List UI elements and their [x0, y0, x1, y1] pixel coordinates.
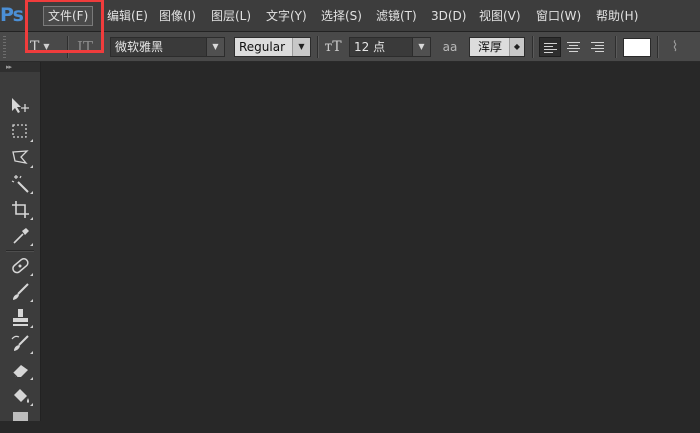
menu-edit[interactable]: 编辑(E) — [107, 7, 148, 25]
tools-panel-collapse[interactable]: ▸▸ — [0, 62, 40, 72]
lasso-icon[interactable] — [9, 147, 33, 169]
menu-window[interactable]: 窗口(W) — [536, 7, 581, 25]
magic-wand-icon[interactable] — [9, 173, 33, 195]
separator — [657, 36, 658, 58]
font-style-select[interactable]: Regular ▼ — [234, 37, 311, 57]
eyedropper-icon[interactable] — [9, 225, 33, 247]
font-family-select[interactable]: 微软雅黑 ▼ — [110, 37, 225, 57]
chevron-down-icon: ▼ — [43, 42, 50, 51]
warp-text-icon[interactable]: ⌇ — [664, 37, 686, 57]
antialias-value: 浑厚 — [478, 40, 503, 54]
spot-healing-icon[interactable] — [9, 255, 33, 277]
menu-file[interactable]: 文件(F) — [43, 6, 94, 26]
antialias-select[interactable]: 浑厚 ◆ — [469, 37, 525, 57]
clone-stamp-icon[interactable] — [9, 307, 33, 329]
options-bar-grip[interactable] — [3, 36, 6, 58]
align-left-button[interactable] — [539, 37, 561, 57]
menu-filter[interactable]: 滤镜(T) — [376, 7, 417, 25]
font-family-value: 微软雅黑 — [115, 40, 164, 54]
crop-icon[interactable] — [9, 199, 33, 221]
menu-select[interactable]: 选择(S) — [321, 7, 362, 25]
history-brush-icon[interactable] — [9, 333, 33, 355]
font-size-select[interactable]: 12 点 ▼ — [349, 37, 431, 57]
align-center-button[interactable] — [563, 37, 585, 57]
brush-icon[interactable] — [9, 281, 33, 303]
divider — [6, 250, 34, 251]
photoshop-logo: Ps — [0, 4, 24, 26]
font-size-icon: тT — [324, 39, 342, 55]
menu-type[interactable]: 文字(Y) — [266, 7, 307, 25]
chevron-updown-icon: ◆ — [509, 38, 524, 56]
chevron-down-icon: ▼ — [292, 38, 310, 56]
rectangular-marquee-icon[interactable] — [9, 121, 33, 143]
menu-3d[interactable]: 3D(D) — [431, 7, 466, 25]
align-right-button[interactable] — [587, 37, 609, 57]
separator — [67, 36, 68, 58]
font-style-value: Regular — [239, 40, 286, 54]
move-tool-icon[interactable] — [9, 95, 33, 117]
chevron-down-icon: ▼ — [206, 38, 224, 56]
antialias-icon: aa — [442, 40, 458, 54]
paint-bucket-icon[interactable] — [9, 385, 33, 407]
tool-preset-picker[interactable]: T ▼ — [30, 37, 64, 57]
text-tool-icon: T — [30, 39, 40, 55]
separator — [317, 36, 318, 58]
text-orientation-icon[interactable]: IT — [74, 37, 96, 57]
separator — [532, 36, 533, 58]
menu-image[interactable]: 图像(I) — [159, 7, 196, 25]
menu-bar: Ps 文件(F) 编辑(E) 图像(I) 图层(L) 文字(Y) 选择(S) 滤… — [0, 0, 700, 32]
font-size-value: 12 点 — [354, 40, 386, 54]
text-color-swatch[interactable] — [623, 38, 651, 57]
gradient-tool-icon[interactable] — [9, 411, 33, 433]
menu-help[interactable]: 帮助(H) — [596, 7, 638, 25]
menu-view[interactable]: 视图(V) — [479, 7, 521, 25]
chevron-down-icon: ▼ — [412, 38, 430, 56]
separator — [615, 36, 616, 58]
menu-layer[interactable]: 图层(L) — [211, 7, 251, 25]
eraser-icon[interactable] — [9, 359, 33, 381]
